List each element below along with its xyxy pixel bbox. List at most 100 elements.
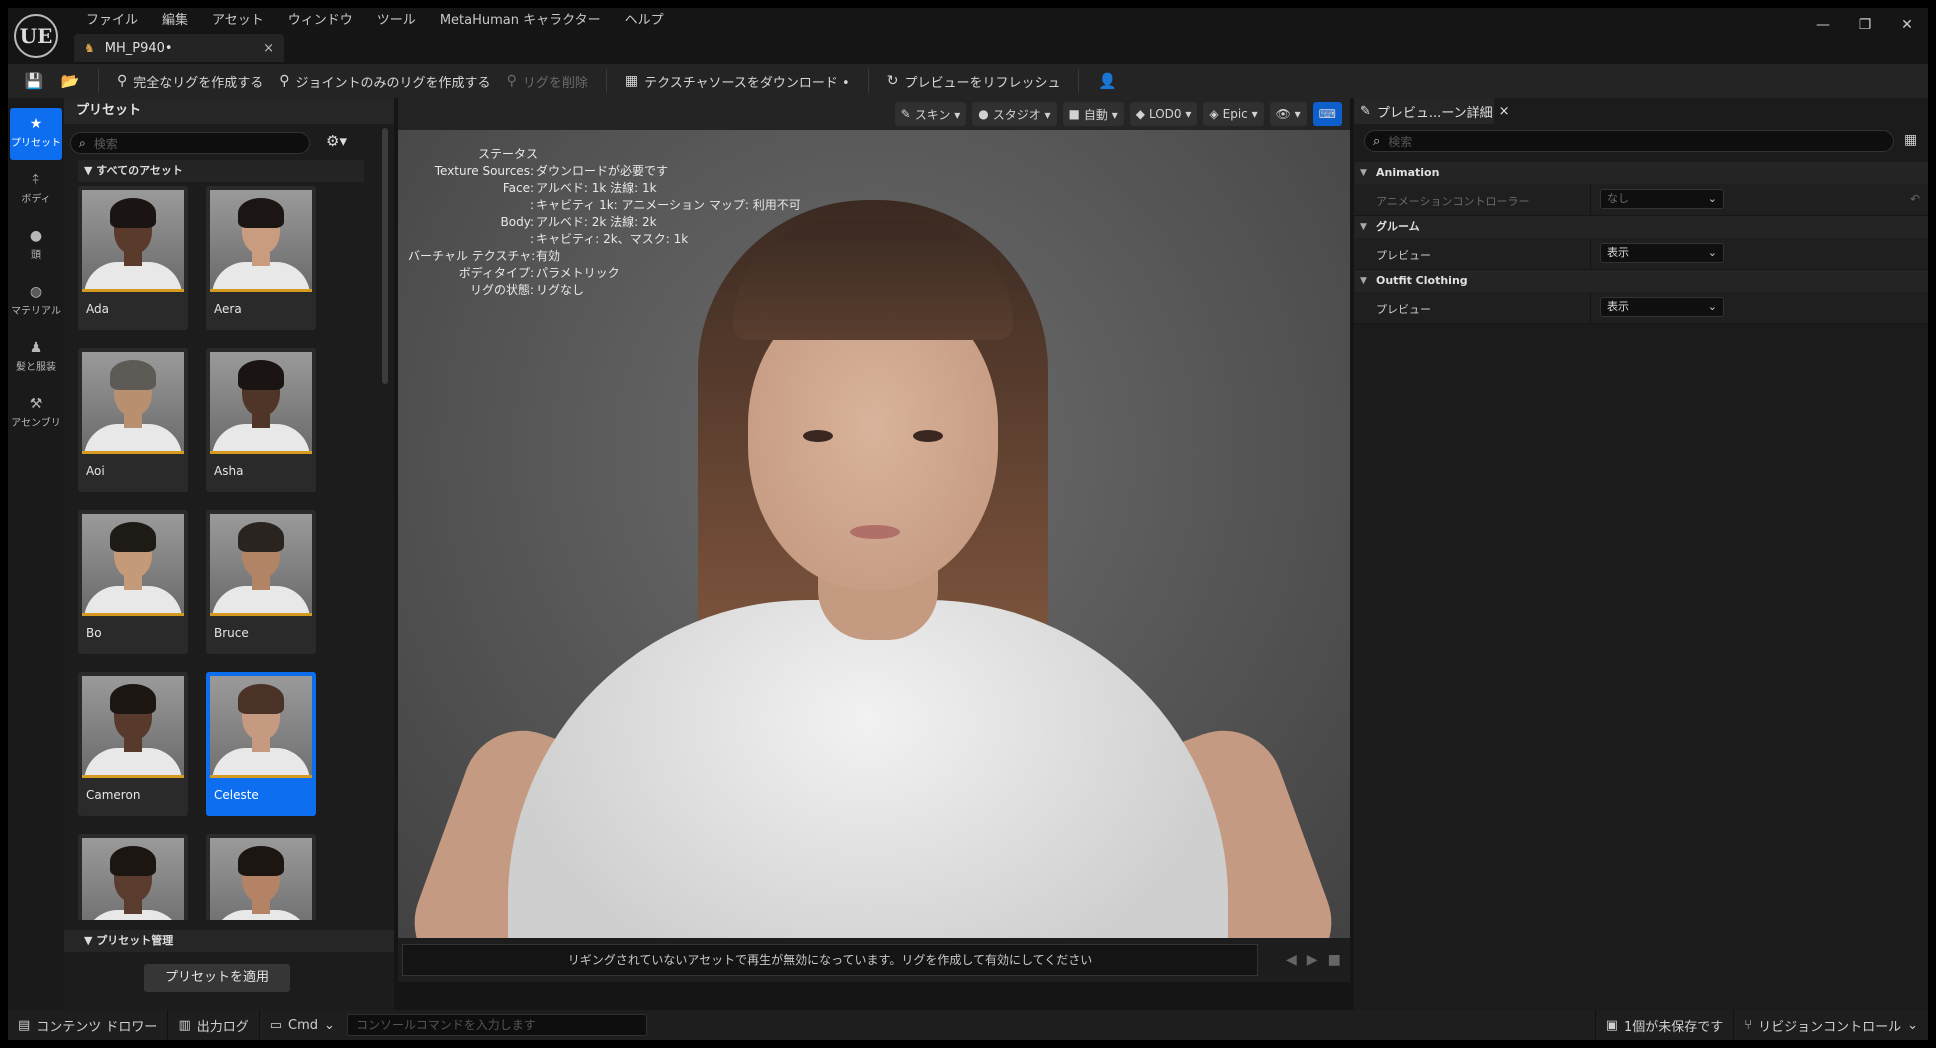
menu-tools[interactable]: ツール (365, 10, 428, 32)
settings-gear-icon[interactable]: ⚙▾ (326, 132, 347, 150)
camera-icon: ■ (1068, 107, 1080, 121)
rig-icon: ⚲ (117, 73, 128, 89)
create-joint-rig-button[interactable]: ⚲ ジョイントのみのリグを作成する (271, 66, 498, 96)
preset-thumbnail (210, 838, 312, 920)
lighting-label: スタジオ ▾ (992, 107, 1051, 122)
mode-head[interactable]: ● 頭 (9, 220, 63, 272)
minimize-button[interactable]: — (1802, 8, 1844, 42)
category-groom[interactable]: グルーム (1354, 216, 1928, 238)
animation-controller-select[interactable]: なし ⌄ (1600, 189, 1724, 209)
play-button[interactable]: ▶ (1307, 952, 1318, 968)
refresh-preview-button[interactable]: ↻ プレビューをリフレッシュ (879, 66, 1069, 96)
status-row: : キャビティ: 2k、マスク: 1k (408, 231, 801, 248)
status-key: : (529, 232, 534, 246)
console-command-input[interactable]: コンソールコマンドを入力します (346, 1014, 647, 1036)
close-window-button[interactable]: ✕ (1886, 8, 1928, 42)
mode-assembly[interactable]: ⚒ アセンブリ (9, 388, 63, 440)
window-controls: — ❐ ✕ (1802, 8, 1928, 42)
preset-card-celeste[interactable]: Celeste (206, 672, 316, 816)
preset-card-aera[interactable]: Aera (206, 186, 316, 330)
select-value: なし (1607, 192, 1629, 205)
status-value: アルベド: 2k 法線: 2k (536, 215, 657, 229)
quality-dropdown[interactable]: ◈ Epic ▾ (1203, 102, 1264, 126)
preset-card[interactable] (78, 834, 188, 920)
status-key: リグの状態: (469, 283, 534, 297)
details-search-input[interactable]: ⌕ 検索 (1364, 130, 1894, 152)
status-value: ダウンロードが必要です (536, 164, 669, 178)
preset-card[interactable] (206, 834, 316, 920)
preset-scrollbar[interactable] (382, 128, 388, 384)
content-drawer-button[interactable]: ▤ コンテンツ ドロワー (8, 1010, 167, 1040)
lighting-dropdown[interactable]: ● スタジオ ▾ (972, 102, 1057, 126)
lod-dropdown[interactable]: ◆ LOD0 ▾ (1129, 102, 1198, 126)
menu-window[interactable]: ウィンドウ (276, 10, 365, 32)
preset-card-ada[interactable]: Ada (78, 186, 188, 330)
stop-button[interactable]: ■ (1328, 952, 1341, 968)
status-key: ボディタイプ: (458, 266, 534, 280)
remove-rig-button[interactable]: ⚲ リグを削除 (499, 66, 596, 96)
preset-name: Cameron (86, 788, 141, 802)
download-texture-label: テクスチャソースをダウンロード • (644, 75, 850, 91)
status-row: バーチャル テクスチャ: 有効 (408, 248, 801, 265)
character-icon: ♞ (84, 41, 95, 55)
preset-management-section[interactable]: ▼ プリセット管理 (64, 930, 394, 952)
close-tab-icon[interactable]: × (1499, 104, 1510, 119)
mode-material[interactable]: ◍ マテリアル (9, 276, 63, 328)
menu-edit[interactable]: 編集 (150, 10, 200, 32)
groom-preview-select[interactable]: 表示 ⌄ (1600, 243, 1724, 263)
preset-card-bo[interactable]: Bo (78, 510, 188, 654)
mode-hair-clothing[interactable]: ♟ 髪と服装 (9, 332, 63, 384)
details-tab[interactable]: ✎ プレビュ...ーン詳細 × (1354, 98, 1510, 124)
output-log-button[interactable]: ▥ 出力ログ (168, 1010, 258, 1040)
user-button[interactable]: 👤 (1089, 66, 1125, 96)
all-assets-section[interactable]: ▼ すべてのアセット (78, 160, 364, 182)
preset-card-asha[interactable]: Asha (206, 348, 316, 492)
browse-asset-button[interactable]: 📂 (52, 66, 88, 96)
character-preview[interactable]: ステータス Texture Sources: ダウンロードが必要です Face: ア… (398, 130, 1350, 938)
keyboard-toggle[interactable]: ⌨ (1312, 102, 1342, 126)
preset-card-bruce[interactable]: Bruce (206, 510, 316, 654)
revision-control-button[interactable]: ⑂ リビジョンコントロール ⌄ (1734, 1010, 1928, 1040)
unsaved-assets-button[interactable]: ▣ 1個が未保存です (1596, 1010, 1734, 1040)
preset-panel-title: プリセット (64, 98, 394, 124)
reset-arrow-icon[interactable]: ↶ (1910, 192, 1920, 206)
preset-thumbnail (210, 190, 312, 292)
menu-help[interactable]: ヘルプ (613, 10, 676, 32)
grid-view-icon[interactable]: ▦ (1904, 132, 1917, 148)
select-value: 表示 (1607, 300, 1629, 313)
content-drawer-label: コンテンツ ドロワー (36, 1019, 158, 1035)
transport-controls: ◀ ▶ ■ (1286, 952, 1341, 968)
skin-view-dropdown[interactable]: ✎ スキン ▾ (894, 102, 967, 126)
column-divider (1590, 184, 1591, 216)
close-tab-icon[interactable]: × (263, 41, 274, 56)
preset-search-input[interactable]: ⌕ 検索 (70, 132, 310, 154)
property-row: プレビュー 表示 ⌄ (1354, 238, 1928, 270)
preset-card-cameron[interactable]: Cameron (78, 672, 188, 816)
search-placeholder: 検索 (1388, 134, 1413, 149)
outfit-preview-select[interactable]: 表示 ⌄ (1600, 297, 1724, 317)
create-full-rig-button[interactable]: ⚲ 完全なリグを作成する (109, 66, 271, 96)
camera-dropdown[interactable]: ■ 自動 ▾ (1062, 102, 1124, 126)
save-button[interactable]: 💾 (16, 66, 52, 96)
visibility-dropdown[interactable]: 👁 ▾ (1269, 102, 1307, 126)
mode-body[interactable]: ⤉ ボディ (9, 164, 63, 216)
play-reverse-button[interactable]: ◀ (1286, 952, 1297, 968)
mode-label: アセンブリ (11, 418, 61, 429)
preset-card-aoi[interactable]: Aoi (78, 348, 188, 492)
menu-metahuman-character[interactable]: MetaHuman キャラクター (428, 10, 613, 32)
quality-label: Epic ▾ (1222, 107, 1258, 121)
apply-preset-button[interactable]: プリセットを適用 (144, 964, 290, 992)
download-texture-source-button[interactable]: ▦ テクスチャソースをダウンロード • (617, 66, 858, 96)
menu-asset[interactable]: アセット (200, 10, 276, 32)
category-outfit-clothing[interactable]: Outfit Clothing (1354, 270, 1928, 292)
document-tab[interactable]: ♞ MH_P940• × (74, 34, 284, 62)
status-row: リグの状態: リグなし (408, 282, 801, 299)
status-key: Texture Sources: (434, 164, 534, 178)
cmd-dropdown[interactable]: ▭ Cmd ⌄ (260, 1010, 345, 1040)
character-shirt (508, 600, 1228, 938)
mode-presets[interactable]: ★ プリセット (10, 108, 62, 160)
all-assets-label: すべてのアセット (96, 164, 183, 177)
category-animation[interactable]: Animation (1354, 162, 1928, 184)
menu-file[interactable]: ファイル (74, 10, 150, 32)
restore-button[interactable]: ❐ (1844, 8, 1886, 42)
